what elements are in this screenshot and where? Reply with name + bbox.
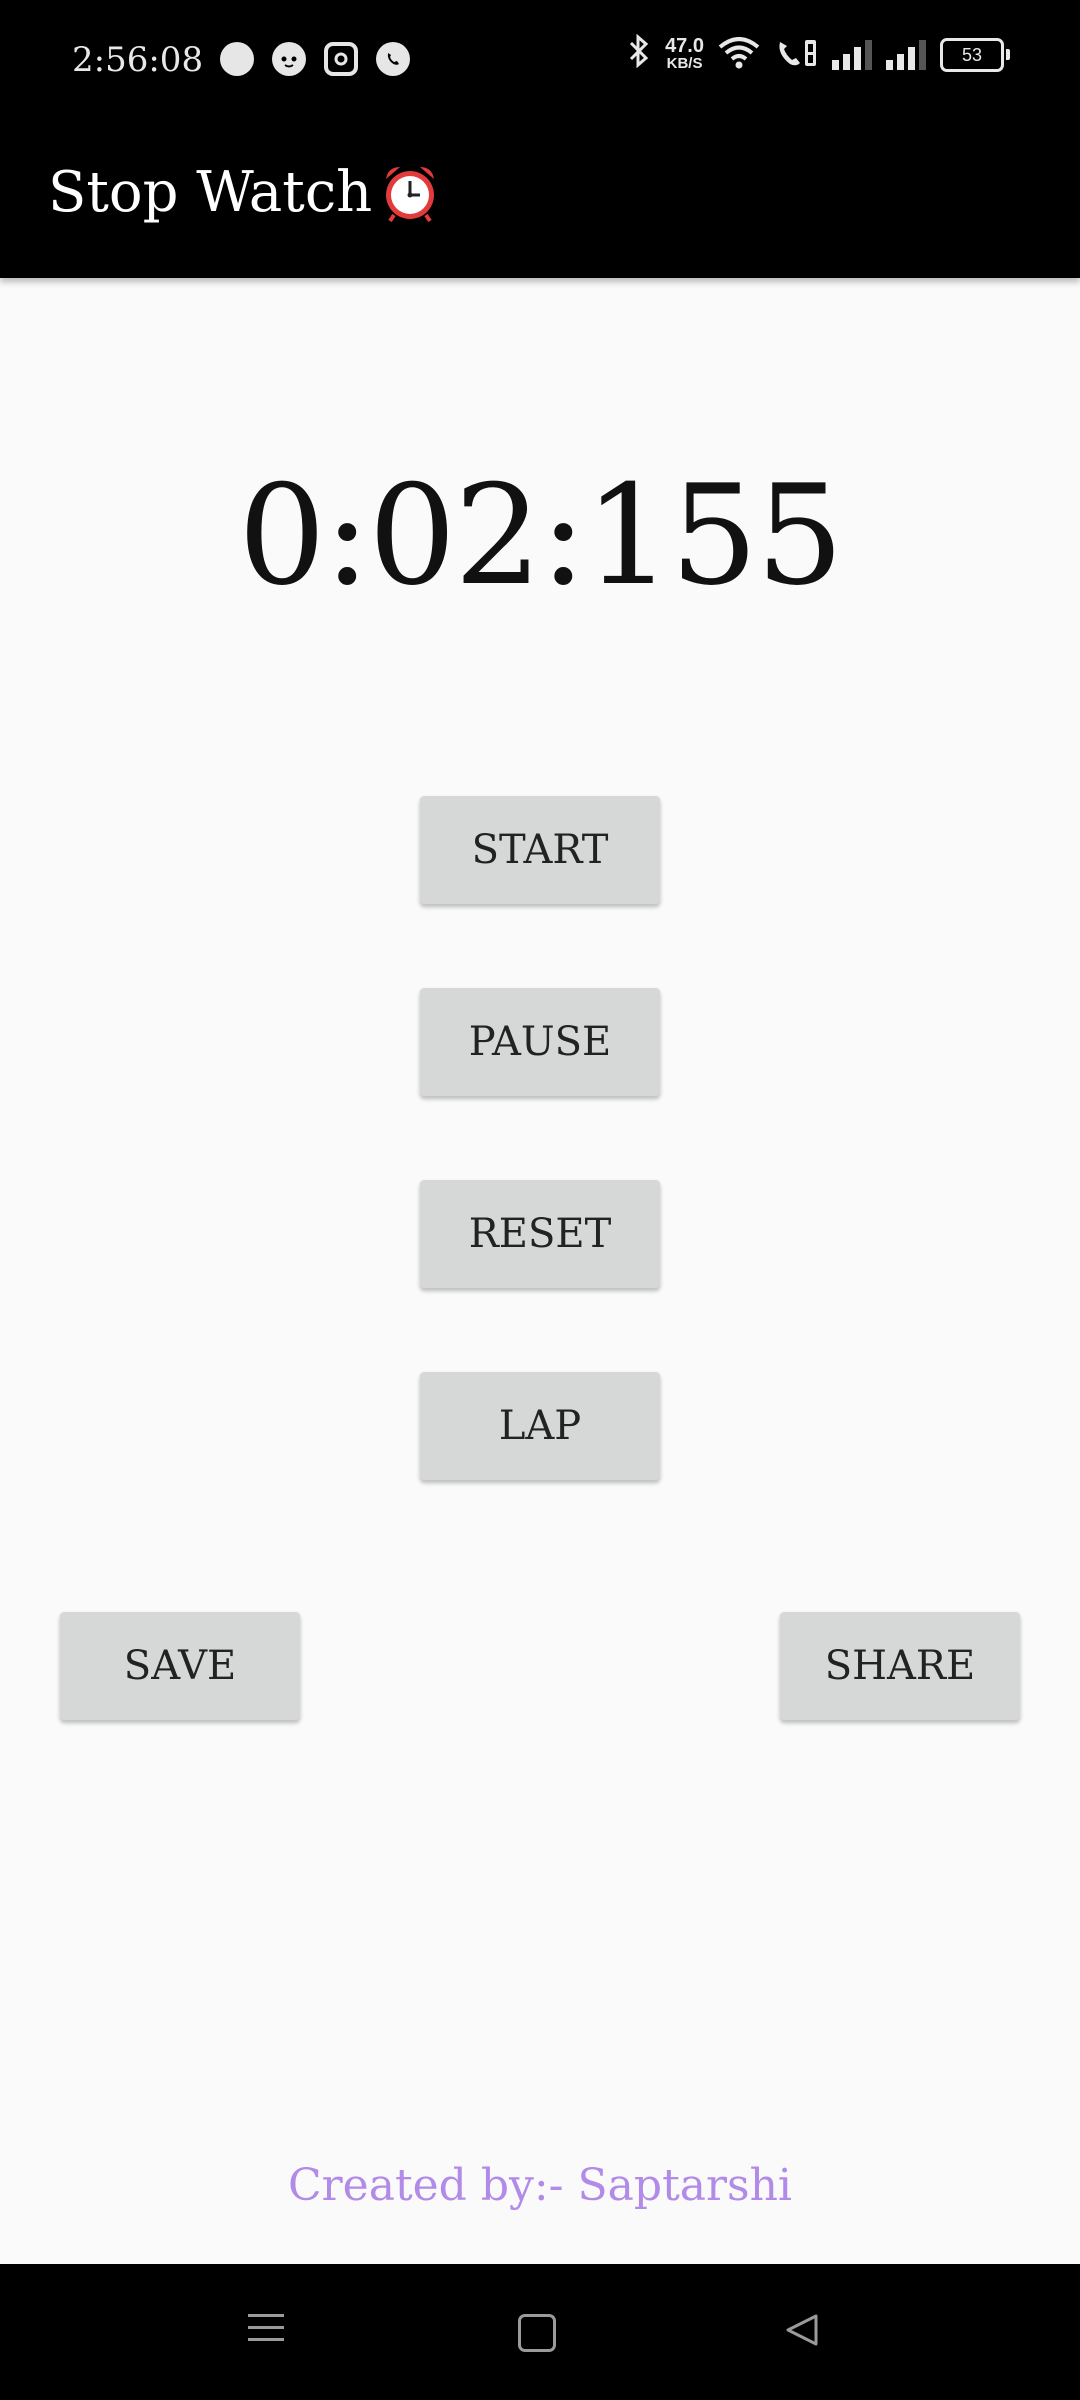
whatsapp-icon: [376, 42, 410, 76]
system-icons: 47.0 KB/S 53: [627, 33, 1010, 76]
status-bar: 2:56:08 47.0 KB/S 53: [0, 0, 1080, 120]
credit-text: Created by:- Saptarshi: [287, 2160, 793, 2211]
lap-button[interactable]: LAP: [420, 1372, 660, 1480]
network-speed-unit: KB/S: [666, 55, 703, 72]
share-button[interactable]: SHARE: [780, 1612, 1020, 1720]
menu-icon[interactable]: [248, 2314, 284, 2350]
app-bar: Stop Watch: [0, 120, 1080, 278]
back-icon[interactable]: [782, 2310, 822, 2354]
cat-face-icon: [272, 42, 306, 76]
instagram-icon: [324, 42, 358, 76]
signal-icon: [832, 40, 872, 70]
signal-icon: [886, 40, 926, 70]
app-title: Stop Watch: [48, 160, 442, 225]
battery-icon: 53: [940, 38, 1010, 72]
alarm-clock-icon: [378, 161, 442, 225]
volte-call-icon: [774, 36, 818, 74]
save-button[interactable]: SAVE: [60, 1612, 300, 1720]
start-button[interactable]: START: [420, 796, 660, 904]
status-time: 2:56:08: [72, 40, 204, 80]
timer-display: 0:02:155: [238, 455, 844, 616]
bluetooth-icon: [627, 33, 651, 76]
pause-button[interactable]: PAUSE: [420, 988, 660, 1096]
chat-bubble-icon: [220, 42, 254, 76]
navigation-bar: [0, 2264, 1080, 2400]
home-icon[interactable]: [518, 2314, 556, 2352]
wifi-icon: [718, 37, 760, 73]
network-speed-value: 47.0: [665, 35, 704, 57]
notification-icons: [220, 42, 410, 76]
reset-button[interactable]: RESET: [420, 1180, 660, 1288]
app-title-text: Stop Watch: [48, 160, 373, 225]
battery-level: 53: [961, 44, 983, 65]
network-speed: 47.0 KB/S: [665, 35, 704, 73]
